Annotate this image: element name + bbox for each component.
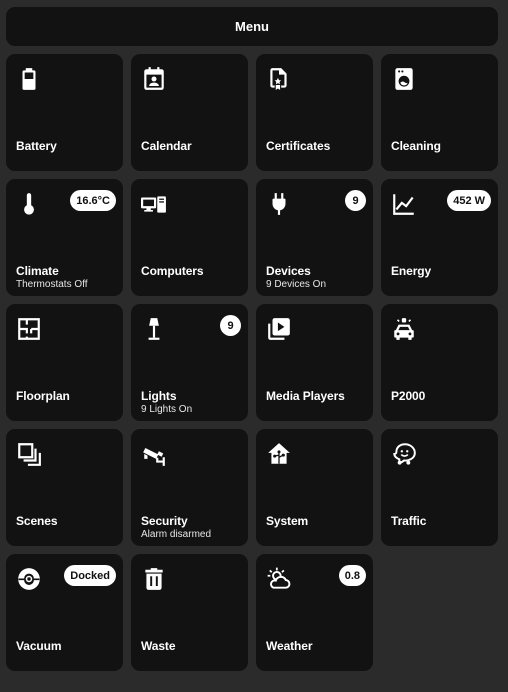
thermometer-icon (16, 191, 42, 217)
tile-name: Computers (141, 264, 204, 278)
tile-system[interactable]: System (256, 429, 373, 546)
home-network-icon (266, 441, 292, 467)
tile-name: System (266, 514, 309, 528)
floor-plan-icon (16, 316, 42, 342)
tile-name: Security (141, 514, 188, 528)
cctv-icon (141, 441, 167, 467)
play-box-multiple-icon (266, 316, 292, 342)
power-badge: 452 W (447, 190, 491, 211)
chart-line-icon (391, 191, 417, 217)
battery-icon (16, 66, 42, 92)
tile-name: Devices (266, 264, 311, 278)
tile-name: Energy (391, 264, 432, 278)
tile-name: Floorplan (16, 389, 70, 403)
power-plug-icon (266, 191, 292, 217)
weather-partly-cloudy-icon (266, 566, 292, 592)
car-emergency-icon (391, 316, 417, 342)
tile-name: Traffic (391, 514, 427, 528)
tile-name: P2000 (391, 389, 426, 403)
certificate-icon (266, 66, 292, 92)
menu-label: Menu (235, 19, 269, 34)
tile-name: Media Players (266, 389, 345, 403)
tile-certificates[interactable]: Certificates (256, 54, 373, 171)
tile-battery[interactable]: Battery (6, 54, 123, 171)
tile-lights[interactable]: 9 Lights 9 Lights On (131, 304, 248, 421)
trash-can-icon (141, 566, 167, 592)
tile-energy[interactable]: 452 W Energy (381, 179, 498, 296)
tile-name: Vacuum (16, 639, 62, 653)
tile-security[interactable]: Security Alarm disarmed (131, 429, 248, 546)
tile-calendar[interactable]: Calendar (131, 54, 248, 171)
floor-lamp-icon (141, 316, 167, 342)
tile-scenes[interactable]: Scenes (6, 429, 123, 546)
status-badge: 16.6°C (70, 190, 116, 211)
tile-status: Alarm disarmed (141, 529, 212, 540)
tile-name: Lights (141, 389, 177, 403)
robot-vacuum-icon (16, 566, 42, 592)
scenes-squares-icon (16, 441, 42, 467)
tile-grid: Battery Calendar Certificates Cleaning 1… (6, 54, 502, 671)
tile-weather[interactable]: 0.8 Weather (256, 554, 373, 671)
desktop-tower-monitor-icon (141, 191, 167, 217)
washing-machine-icon (391, 66, 417, 92)
tile-name: Scenes (16, 514, 58, 528)
tile-climate[interactable]: 16.6°C Climate Thermostats Off (6, 179, 123, 296)
calendar-account-icon (141, 66, 167, 92)
tile-name: Weather (266, 639, 313, 653)
tile-media-players[interactable]: Media Players (256, 304, 373, 421)
waze-icon (391, 441, 417, 467)
tile-name: Calendar (141, 139, 192, 153)
tile-status: Thermostats Off (16, 279, 88, 290)
count-badge: 9 (345, 190, 366, 211)
tile-name: Certificates (266, 139, 331, 153)
tile-traffic[interactable]: Traffic (381, 429, 498, 546)
tile-status: 9 Lights On (141, 404, 193, 415)
tile-waste[interactable]: Waste (131, 554, 248, 671)
tile-name: Battery (16, 139, 57, 153)
tile-name: Climate (16, 264, 59, 278)
status-badge: Docked (64, 565, 116, 586)
tile-vacuum[interactable]: Docked Vacuum (6, 554, 123, 671)
uv-index-badge: 0.8 (338, 565, 366, 586)
tile-status: 9 Devices On (266, 279, 327, 290)
menu-button[interactable]: Menu (6, 7, 498, 46)
tile-name: Waste (141, 639, 176, 653)
dashboard-page: Menu Battery Calendar Certificates Clean… (0, 0, 508, 692)
tile-computers[interactable]: Computers (131, 179, 248, 296)
tile-cleaning[interactable]: Cleaning (381, 54, 498, 171)
tile-floorplan[interactable]: Floorplan (6, 304, 123, 421)
tile-devices[interactable]: 9 Devices 9 Devices On (256, 179, 373, 296)
tile-p2000[interactable]: P2000 (381, 304, 498, 421)
count-badge: 9 (220, 315, 241, 336)
tile-name: Cleaning (391, 139, 441, 153)
